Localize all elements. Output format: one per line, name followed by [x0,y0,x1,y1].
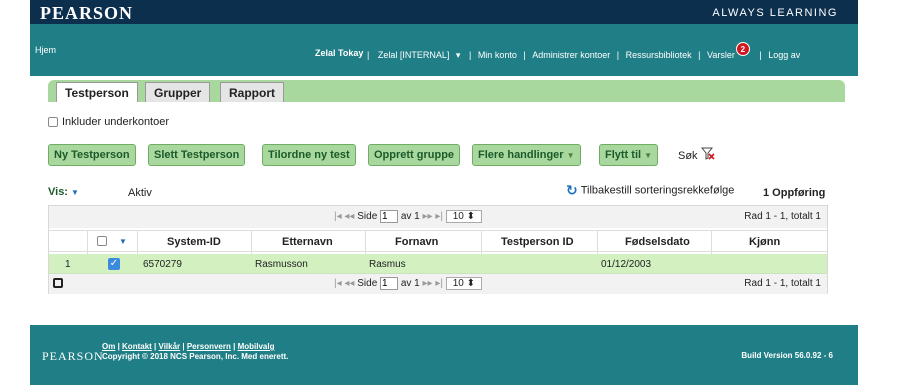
next-page-icon[interactable]: ▸▸ [423,211,433,222]
header-first-name[interactable]: Fornavn [395,236,438,248]
page-of-label: av 1 [400,211,420,222]
clear-filter-icon[interactable] [700,147,715,160]
more-actions-button[interactable]: Flere handlinger ▼ [472,144,581,166]
footer-links: Om | Kontakt | Vilkår | Personvern | Mob… [102,342,289,361]
footer-logo: PEARSON [42,349,104,363]
create-group-button[interactable]: Opprett gruppe [368,144,461,166]
page-size-select[interactable]: 10 ⬍ [445,277,483,290]
column-settings-icon[interactable] [53,278,63,288]
first-page-icon[interactable]: |◂ [334,278,342,289]
main-nav: Hjem Zelal Tokay | Zelal [INTERNAL] ▾ | … [30,24,858,76]
last-page-icon[interactable]: ▸| [435,278,443,289]
move-to-label: Flytt til [605,149,642,161]
view-value: Aktiv [128,187,152,199]
last-page-icon[interactable]: ▸| [435,211,443,222]
page-size-select[interactable]: 10 ⬍ [445,210,483,223]
account-menu[interactable]: Zelal [INTERNAL] ▾ [376,50,463,60]
pager-top: |◂ ◂◂ Side av 1 ▸▸ ▸| 10 ⬍ Rad 1 - 1, to… [49,206,827,228]
delete-testperson-button[interactable]: Slett Testperson [148,144,246,166]
header-gender[interactable]: Kjønn [749,236,780,248]
tab-testperson[interactable]: Testperson [56,82,138,102]
page-input[interactable] [380,277,399,290]
row-range: Rad 1 - 1, totalt 1 [744,278,821,289]
header-last-name[interactable]: Etternavn [282,236,333,248]
new-testperson-button[interactable]: Ny Testperson [48,144,136,166]
notifications-link[interactable]: Varsler [707,50,735,60]
first-page-icon[interactable]: |◂ [334,211,342,222]
include-subaccounts-checkbox[interactable] [48,117,58,128]
pager-controls-bottom: |◂ ◂◂ Side av 1 ▸▸ ▸| 10 ⬍ [334,277,483,290]
cell-last-name: Rasmusson [255,259,308,270]
row-range: Rad 1 - 1, totalt 1 [744,211,821,222]
footer-link-om[interactable]: Om [102,342,115,351]
top-brand-bar: PEARSON ALWAYS LEARNING [30,0,858,24]
chevron-down-icon: ▼ [566,151,575,160]
header-system-id[interactable]: System-ID [167,236,221,248]
include-subaccounts-row: Inkluder underkontoer [48,116,169,128]
table-row[interactable]: 1 ✓ 6570279 Rasmusson Rasmus 01/12/2003 [49,254,827,274]
cell-system-id: 6570279 [143,259,182,270]
footer-link-personvern[interactable]: Personvern [187,342,231,351]
header-testperson-id[interactable]: Testperson ID [501,236,574,248]
next-page-icon[interactable]: ▸▸ [423,278,433,289]
manage-accounts-link[interactable]: Administrer kontoer [532,50,610,60]
nav-links: | Zelal [INTERNAL] ▾ | Min konto | Admin… [365,42,802,62]
view-label: Vis: [48,186,68,198]
row-number: 1 [65,259,71,270]
logout-link[interactable]: Logg av [768,50,800,60]
cell-first-name: Rasmus [369,259,406,270]
resources-link[interactable]: Ressursbibliotek [626,50,692,60]
record-count: 1 Oppføring [763,187,826,199]
view-filter[interactable]: Vis: ▼ [48,186,79,198]
account-menu-label: Zelal [INTERNAL] [377,50,450,60]
move-to-button[interactable]: Flytt til ▼ [599,144,658,166]
row-checkbox[interactable]: ✓ [108,258,120,270]
testperson-grid: |◂ ◂◂ Side av 1 ▸▸ ▸| 10 ⬍ Rad 1 - 1, to… [48,205,828,294]
footer: PEARSON Om | Kontakt | Vilkår | Personve… [30,325,858,385]
assign-test-button[interactable]: Tilordne ny test [262,144,356,166]
page-of-label: av 1 [400,278,420,289]
reset-sort-label: Tilbakestill sorteringsrekkefølge [580,184,735,197]
tagline: ALWAYS LEARNING [712,7,838,19]
pager-controls: |◂ ◂◂ Side av 1 ▸▸ ▸| 10 ⬍ [334,210,483,223]
copyright: Copyright © 2018 NCS Pearson, Inc. Med e… [102,352,289,361]
home-link[interactable]: Hjem [35,45,56,55]
cell-birthdate: 01/12/2003 [601,259,652,270]
pearson-logo: PEARSON [40,3,134,23]
page-label: Side [357,211,378,222]
notification-badge[interactable]: 2 [735,42,750,56]
my-account-link[interactable]: Min konto [478,50,517,60]
tab-grupper[interactable]: Grupper [145,82,211,102]
page-label: Side [357,278,378,289]
footer-link-kontakt[interactable]: Kontakt [122,342,152,351]
page-size-value: 10 [452,211,464,222]
header-birthdate[interactable]: Fødselsdato [625,236,690,248]
refresh-icon: ↻ [566,182,578,198]
user-name: Zelal Tokay [315,48,364,58]
prev-page-icon[interactable]: ◂◂ [344,211,354,222]
pager-bottom: |◂ ◂◂ Side av 1 ▸▸ ▸| 10 ⬍ Rad 1 - 1, to… [49,274,827,294]
footer-link-vilkar[interactable]: Vilkår [159,342,181,351]
more-actions-label: Flere handlinger [478,149,564,161]
footer-link-mobilvalg[interactable]: Mobilvalg [238,342,275,351]
reset-sort-link[interactable]: ↻ Tilbakestill sorteringsrekkefølge [566,182,734,199]
search-filter[interactable]: Søk [678,147,715,162]
select-all-checkbox[interactable] [97,236,107,247]
chevron-down-icon: ▼ [71,188,79,197]
page-input[interactable] [380,210,399,223]
build-version: Build Version 56.0.92 - 6 [741,351,833,360]
page-size-value: 10 [452,278,464,289]
tab-rapport[interactable]: Rapport [220,82,284,102]
chevron-down-icon: ▼ [644,151,652,160]
include-subaccounts-label: Inkluder underkontoer [62,116,170,128]
tab-bar: Testperson Grupper Rapport [48,80,845,102]
chevron-down-icon: ▾ [455,50,461,60]
search-label: Søk [678,150,698,162]
prev-page-icon[interactable]: ◂◂ [344,278,354,289]
chevron-down-icon[interactable]: ▼ [119,237,127,246]
